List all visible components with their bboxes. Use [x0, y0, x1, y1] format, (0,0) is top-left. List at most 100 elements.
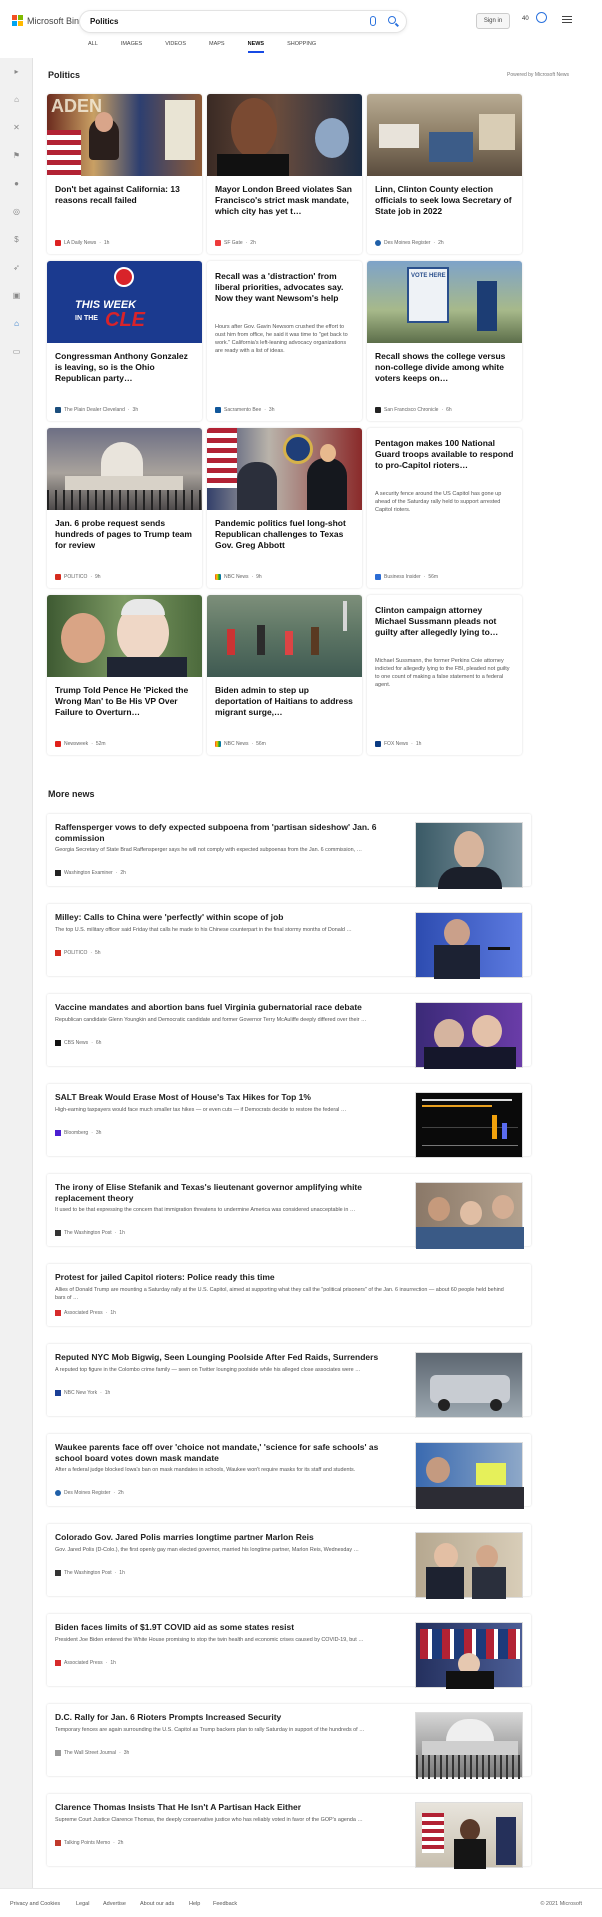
- footer-link-help[interactable]: Help: [189, 1901, 200, 1907]
- expand-chevron-icon[interactable]: ▸: [12, 68, 21, 76]
- news-title[interactable]: Clarence Thomas Insists That He Isn't A …: [55, 1802, 403, 1813]
- film-icon[interactable]: ▣: [12, 292, 21, 300]
- news-thumbnail[interactable]: [415, 912, 523, 979]
- brand-name: Microsoft Bing: [27, 15, 85, 26]
- card-title[interactable]: Linn, Clinton County election officials …: [375, 184, 515, 217]
- tab-all[interactable]: ALL: [88, 41, 98, 53]
- search-box[interactable]: [80, 11, 406, 32]
- news-thumbnail[interactable]: [415, 1182, 524, 1249]
- flag-icon[interactable]: ⚑: [12, 152, 21, 160]
- card-image-vote-here-sign: VOTE HERE: [367, 261, 522, 343]
- rocket-icon[interactable]: ➶: [12, 264, 21, 272]
- footer-link-legal[interactable]: Legal: [76, 1901, 89, 1907]
- news-title[interactable]: D.C. Rally for Jan. 6 Rioters Prompts In…: [55, 1712, 403, 1723]
- rewards-count[interactable]: 40: [522, 16, 529, 22]
- tab-maps[interactable]: MAPS: [209, 41, 225, 53]
- news-card[interactable]: Trump Told Pence He 'Picked the Wrong Ma…: [47, 595, 202, 755]
- news-title[interactable]: Milley: Calls to China were 'perfectly' …: [55, 912, 403, 923]
- card-title[interactable]: Mayor London Breed violates San Francisc…: [215, 184, 355, 217]
- search-input[interactable]: [90, 17, 360, 26]
- news-card[interactable]: Pentagon makes 100 National Guard troops…: [367, 428, 522, 588]
- money-icon[interactable]: ▭: [12, 348, 21, 356]
- card-source: San Francisco Chronicle · 6h: [375, 407, 452, 413]
- news-card[interactable]: Jan. 6 probe request sends hundreds of p…: [47, 428, 202, 588]
- news-card[interactable]: Recall was a 'distraction' from liberal …: [207, 261, 362, 421]
- news-title[interactable]: Reputed NYC Mob Bigwig, Seen Lounging Po…: [55, 1352, 403, 1363]
- microphone-icon[interactable]: [370, 16, 376, 26]
- source-logo-icon: [55, 1390, 61, 1396]
- news-title[interactable]: Vaccine mandates and abortion bans fuel …: [55, 1002, 403, 1013]
- card-title[interactable]: Congressman Anthony Gonzalez is leaving,…: [55, 351, 195, 384]
- news-card[interactable]: ADEN Don't bet against California: 13 re…: [47, 94, 202, 254]
- rewards-trophy-icon[interactable]: [536, 12, 547, 23]
- home-icon[interactable]: ⌂: [12, 96, 21, 104]
- footer-link-advertise[interactable]: Advertise: [103, 1901, 126, 1907]
- footer-link-about-ads[interactable]: About our ads: [140, 1901, 174, 1907]
- news-list-item[interactable]: Vaccine mandates and abortion bans fuel …: [47, 994, 531, 1069]
- sign-in-button[interactable]: Sign in: [476, 13, 510, 29]
- news-category-sidebar: ▸ ⌂ ✕ ⚑ ● ◎ $ ➶ ▣ ⌂ ▭: [0, 58, 33, 1888]
- hamburger-menu-icon[interactable]: [562, 16, 572, 25]
- source-logo-icon: [375, 240, 381, 246]
- news-thumbnail[interactable]: [415, 1622, 523, 1689]
- card-title[interactable]: Pandemic politics fuel long-shot Republi…: [215, 518, 355, 551]
- news-title[interactable]: Biden faces limits of $1.9T COVID aid as…: [55, 1622, 403, 1633]
- news-list-item[interactable]: Clarence Thomas Insists That He Isn't A …: [47, 1794, 531, 1869]
- news-title[interactable]: Raffensperger vows to defy expected subp…: [55, 822, 403, 844]
- news-card[interactable]: Clinton campaign attorney Michael Sussma…: [367, 595, 522, 755]
- footer-link-feedback[interactable]: Feedback: [213, 1901, 237, 1907]
- source-logo-icon: [55, 1570, 61, 1576]
- news-list-item[interactable]: Biden faces limits of $1.9T COVID aid as…: [47, 1614, 531, 1689]
- news-list-item[interactable]: Colorado Gov. Jared Polis marries longti…: [47, 1524, 531, 1599]
- news-thumbnail[interactable]: [415, 1352, 523, 1418]
- news-source: The Washington Post · 1h: [55, 1230, 125, 1236]
- news-card[interactable]: THIS WEEK IN THE CLE Congressman Anthony…: [47, 261, 202, 421]
- news-title[interactable]: Protest for jailed Capitol rioters: Poli…: [55, 1272, 515, 1283]
- card-title[interactable]: Recall was a 'distraction' from liberal …: [215, 271, 355, 304]
- news-card[interactable]: Pandemic politics fuel long-shot Republi…: [207, 428, 362, 588]
- news-thumbnail[interactable]: [415, 1712, 524, 1779]
- news-thumbnail[interactable]: [415, 822, 523, 889]
- crossed-tools-icon[interactable]: ✕: [12, 124, 21, 132]
- tab-videos[interactable]: VIDEOS: [165, 41, 186, 53]
- tab-images[interactable]: IMAGES: [121, 41, 142, 53]
- news-title[interactable]: The irony of Elise Stefanik and Texas's …: [55, 1182, 403, 1204]
- news-thumbnail[interactable]: [415, 1442, 524, 1509]
- news-list-item[interactable]: Waukee parents face off over 'choice not…: [47, 1434, 531, 1509]
- news-card[interactable]: VOTE HERE Recall shows the college versu…: [367, 261, 522, 421]
- tab-news[interactable]: NEWS: [247, 41, 264, 53]
- news-card[interactable]: Mayor London Breed violates San Francisc…: [207, 94, 362, 254]
- bing-logo[interactable]: Microsoft Bing: [12, 15, 84, 26]
- news-thumbnail[interactable]: [415, 1802, 523, 1869]
- search-icon[interactable]: [388, 16, 396, 24]
- politics-building-icon[interactable]: ⌂: [12, 320, 21, 328]
- location-pin-icon[interactable]: ●: [12, 180, 21, 188]
- news-card[interactable]: Biden admin to step up deportation of Ha…: [207, 595, 362, 755]
- card-title[interactable]: Trump Told Pence He 'Picked the Wrong Ma…: [55, 685, 195, 718]
- card-title[interactable]: Biden admin to step up deportation of Ha…: [215, 685, 355, 718]
- news-list-item[interactable]: Reputed NYC Mob Bigwig, Seen Lounging Po…: [47, 1344, 531, 1418]
- news-title[interactable]: Colorado Gov. Jared Polis marries longti…: [55, 1532, 403, 1543]
- news-thumbnail[interactable]: [415, 1002, 523, 1069]
- news-list-item[interactable]: The irony of Elise Stefanik and Texas's …: [47, 1174, 531, 1249]
- news-list-item[interactable]: Protest for jailed Capitol rioters: Poli…: [47, 1264, 531, 1326]
- news-list-item[interactable]: D.C. Rally for Jan. 6 Rioters Prompts In…: [47, 1704, 531, 1779]
- tab-shopping[interactable]: SHOPPING: [287, 41, 316, 53]
- card-title[interactable]: Recall shows the college versus non-coll…: [375, 351, 515, 384]
- card-title[interactable]: Clinton campaign attorney Michael Sussma…: [375, 605, 515, 638]
- news-title[interactable]: SALT Break Would Erase Most of House's T…: [55, 1092, 403, 1103]
- card-title[interactable]: Don't bet against California: 13 reasons…: [55, 184, 195, 206]
- news-list-item[interactable]: Raffensperger vows to defy expected subp…: [47, 814, 531, 889]
- news-title[interactable]: Waukee parents face off over 'choice not…: [55, 1442, 403, 1464]
- source-logo-icon: [55, 1660, 61, 1666]
- footer-link-privacy[interactable]: Privacy and Cookies: [10, 1901, 60, 1907]
- business-icon[interactable]: $: [12, 236, 21, 244]
- news-card[interactable]: Linn, Clinton County election officials …: [367, 94, 522, 254]
- card-title[interactable]: Jan. 6 probe request sends hundreds of p…: [55, 518, 195, 551]
- news-list-item[interactable]: SALT Break Would Erase Most of House's T…: [47, 1084, 531, 1158]
- news-thumbnail[interactable]: [415, 1532, 523, 1599]
- globe-icon[interactable]: ◎: [12, 208, 21, 216]
- news-list-item[interactable]: Milley: Calls to China were 'perfectly' …: [47, 904, 531, 979]
- card-title[interactable]: Pentagon makes 100 National Guard troops…: [375, 438, 515, 471]
- news-thumbnail-tax-chart[interactable]: [415, 1092, 523, 1158]
